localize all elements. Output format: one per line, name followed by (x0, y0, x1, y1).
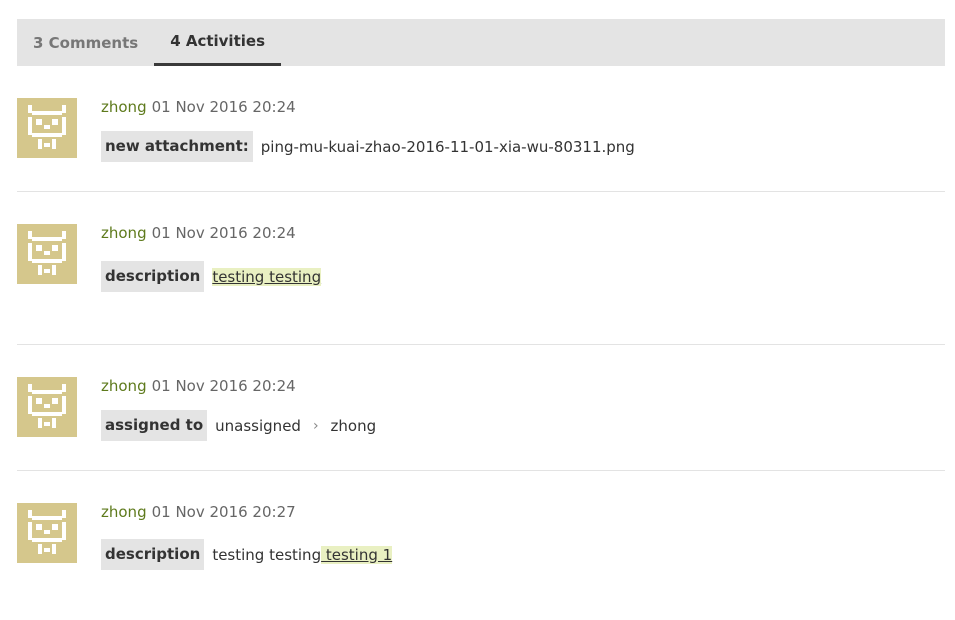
chevron-right-icon: › (312, 417, 319, 434)
attachment-link[interactable]: ping-mu-kuai-zhao-2016-11-01-xia-wu-8031… (261, 138, 635, 156)
activity-tabs: 3 Comments 4 Activities (17, 19, 945, 66)
activity-detail: description testing testing testing 1 (101, 539, 393, 570)
pixel-avatar-icon (28, 510, 66, 554)
activity-meta: zhong 01 Nov 2016 20:24 (101, 377, 296, 395)
avatar[interactable] (17, 503, 77, 563)
field-label: description (101, 261, 205, 292)
tab-comments[interactable]: 3 Comments (17, 19, 154, 66)
tab-activities[interactable]: 4 Activities (154, 19, 281, 66)
divider (17, 470, 945, 471)
new-assignee: zhong (330, 416, 377, 435)
activity-meta: zhong 01 Nov 2016 20:24 (101, 224, 296, 242)
activity-detail: description testing testing (101, 261, 322, 292)
field-label: new attachment: (101, 131, 253, 162)
old-assignee: unassigned (215, 416, 301, 435)
author-link[interactable]: zhong (101, 377, 147, 395)
field-label: description (101, 539, 205, 570)
pixel-avatar-icon (28, 105, 66, 149)
avatar[interactable] (17, 377, 77, 437)
activity-detail: new attachment: ping-mu-kuai-zhao-2016-1… (101, 131, 635, 162)
avatar[interactable] (17, 98, 77, 158)
activity-detail: assigned to unassigned › zhong (101, 410, 376, 441)
activity-meta: zhong 01 Nov 2016 20:27 (101, 503, 296, 521)
description-diff: testing testing testing 1 (212, 545, 393, 564)
timestamp: 01 Nov 2016 20:27 (151, 503, 296, 521)
field-label: assigned to (101, 410, 208, 441)
description-diff: testing testing (212, 267, 322, 286)
author-link[interactable]: zhong (101, 503, 147, 521)
added-text: testing testing (212, 267, 322, 286)
divider (17, 191, 945, 192)
activity-meta: zhong 01 Nov 2016 20:24 (101, 98, 296, 116)
divider (17, 344, 945, 345)
pixel-avatar-icon (28, 231, 66, 275)
added-text: testing 1 (321, 545, 393, 564)
avatar[interactable] (17, 224, 77, 284)
author-link[interactable]: zhong (101, 98, 147, 116)
pixel-avatar-icon (28, 384, 66, 428)
unchanged-text: testing testing (212, 545, 322, 564)
timestamp: 01 Nov 2016 20:24 (151, 98, 296, 116)
author-link[interactable]: zhong (101, 224, 147, 242)
timestamp: 01 Nov 2016 20:24 (151, 224, 296, 242)
timestamp: 01 Nov 2016 20:24 (151, 377, 296, 395)
